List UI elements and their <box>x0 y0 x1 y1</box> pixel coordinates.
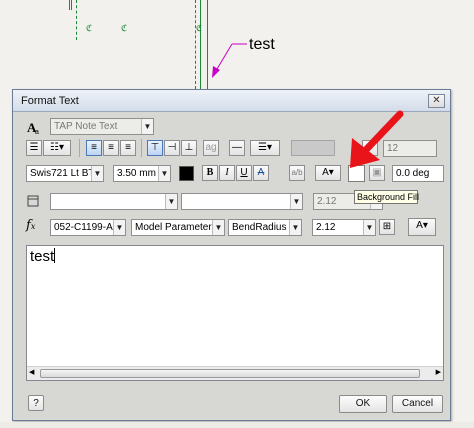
chevron-down-icon: ▼ <box>363 220 375 235</box>
align-middle-button[interactable]: ⊣ <box>164 140 180 156</box>
line-spacing-icon: ☰▾ <box>258 142 272 153</box>
numbered-list-icon: ☷▾ <box>50 142 64 153</box>
strikethrough-button[interactable]: A <box>253 165 269 181</box>
chevron-down-icon: ▼ <box>91 166 103 181</box>
italic-button[interactable]: I <box>219 165 235 181</box>
add-parameter-button[interactable]: ⊞ <box>379 219 395 235</box>
chevron-down-icon: ▼ <box>290 194 302 209</box>
annotation-arrow-icon <box>350 110 404 168</box>
cancel-button[interactable]: Cancel <box>392 395 443 413</box>
toolbar-separator <box>79 139 80 157</box>
align-middle-icon: ⊣ <box>167 142 177 153</box>
font-size-select[interactable]: 3.50 mm ▼ <box>113 165 171 182</box>
text-editor[interactable]: test ◀ ▶ <box>26 245 444 381</box>
align-right-button[interactable]: ≡ <box>120 140 136 156</box>
source-select-top[interactable]: ▼ <box>181 193 303 210</box>
horizontal-scrollbar[interactable]: ◀ ▶ <box>27 366 443 380</box>
dialog-title: Format Text <box>21 95 79 107</box>
ok-button[interactable]: OK <box>339 395 387 413</box>
line-icon: — <box>232 142 242 153</box>
text-style-icon: Aa <box>26 119 42 136</box>
scrollbar-thumb[interactable] <box>40 369 420 378</box>
align-top-icon: ⊤ <box>150 142 160 153</box>
color-swatch-icon <box>291 140 335 156</box>
component-select[interactable]: 052-C1199-A ▼ <box>50 219 126 236</box>
align-bottom-icon: ⊥ <box>184 142 194 153</box>
bold-label: B <box>206 167 214 178</box>
text-caret <box>54 248 56 263</box>
component-select-top[interactable]: ▼ <box>50 193 178 210</box>
numbered-list-button[interactable]: ☷▾ <box>43 140 71 156</box>
chevron-down-icon: ▼ <box>158 166 170 181</box>
align-left-button[interactable]: ≡ <box>86 140 102 156</box>
bullet-list-button[interactable]: ☰ <box>26 140 42 156</box>
background-fill-tooltip: Background Fill <box>354 190 419 204</box>
precision-select[interactable]: 2.12 ▼ <box>312 219 376 236</box>
insert-symbol-icon: A▾ <box>322 167 334 178</box>
scroll-left-icon[interactable]: ◀ <box>29 368 34 376</box>
align-top-button[interactable]: ⊤ <box>147 140 163 156</box>
align-center-button[interactable]: ≡ <box>103 140 119 156</box>
align-center-icon: ≡ <box>108 142 114 153</box>
parameter-source-select[interactable]: Model Parameters ▼ <box>131 219 225 236</box>
bullet-list-icon: ☰ <box>29 142 39 153</box>
help-icon: ? <box>33 398 39 409</box>
font-value: Swis721 Lt BT <box>30 168 95 179</box>
component-value: 052-C1199-A <box>54 222 113 233</box>
fraction-icon: a/b <box>291 168 303 177</box>
fx-icon: fx <box>26 218 36 233</box>
chevron-down-icon: ▼ <box>289 220 301 235</box>
precision-value: 2.12 <box>316 222 336 233</box>
precision-value-top: 2.12 <box>317 196 337 207</box>
align-bottom-button[interactable]: ⊥ <box>181 140 197 156</box>
align-left-icon: ≡ <box>91 142 97 153</box>
align-right-icon: ≡ <box>125 142 131 153</box>
editor-text: test <box>30 248 55 265</box>
text-style-value: TAP Note Text <box>54 121 118 132</box>
stack-icon: ag <box>205 142 217 153</box>
insert-symbol-button[interactable]: A▾ <box>315 165 341 181</box>
editor-content[interactable]: test <box>30 248 56 265</box>
underline-label: U <box>240 167 248 178</box>
text-style-select[interactable]: TAP Note Text ▼ <box>50 118 154 135</box>
parameter-select[interactable]: BendRadius (2.0 ▼ <box>228 219 302 236</box>
font-select[interactable]: Swis721 Lt BT ▼ <box>26 165 104 182</box>
help-button[interactable]: ? <box>28 395 44 411</box>
bold-button[interactable]: B <box>202 165 218 181</box>
component-icon <box>26 194 40 208</box>
strikethrough-label: A <box>257 167 265 178</box>
font-size-value: 3.50 mm <box>117 168 156 179</box>
stack-button[interactable]: ag <box>203 140 219 156</box>
scroll-right-icon[interactable]: ▶ <box>436 368 441 376</box>
chevron-down-icon: ▼ <box>212 220 224 235</box>
chevron-down-icon: ▼ <box>141 119 153 134</box>
chevron-down-icon: ▼ <box>113 220 125 235</box>
symbol-button[interactable]: A▾ <box>408 218 436 236</box>
text-color-button[interactable] <box>179 166 194 181</box>
underline-button[interactable]: U <box>236 165 252 181</box>
drawing-label[interactable]: test <box>249 36 275 54</box>
line-spacing-button[interactable]: ☰▾ <box>250 140 280 156</box>
parameter-source-value: Model Parameters <box>135 222 217 233</box>
svg-text:a: a <box>35 129 39 135</box>
italic-label: I <box>225 167 229 178</box>
line-button[interactable]: — <box>229 140 245 156</box>
fraction-button[interactable]: a/b <box>289 165 305 181</box>
insert-parameter-icon: ⊞ <box>382 221 392 232</box>
drawing-bottom-edge <box>0 422 474 428</box>
toolbar-separator <box>141 139 142 157</box>
chevron-down-icon: ▼ <box>165 194 177 209</box>
close-button[interactable]: ✕ <box>428 94 445 108</box>
symbol-label: A <box>416 220 423 231</box>
